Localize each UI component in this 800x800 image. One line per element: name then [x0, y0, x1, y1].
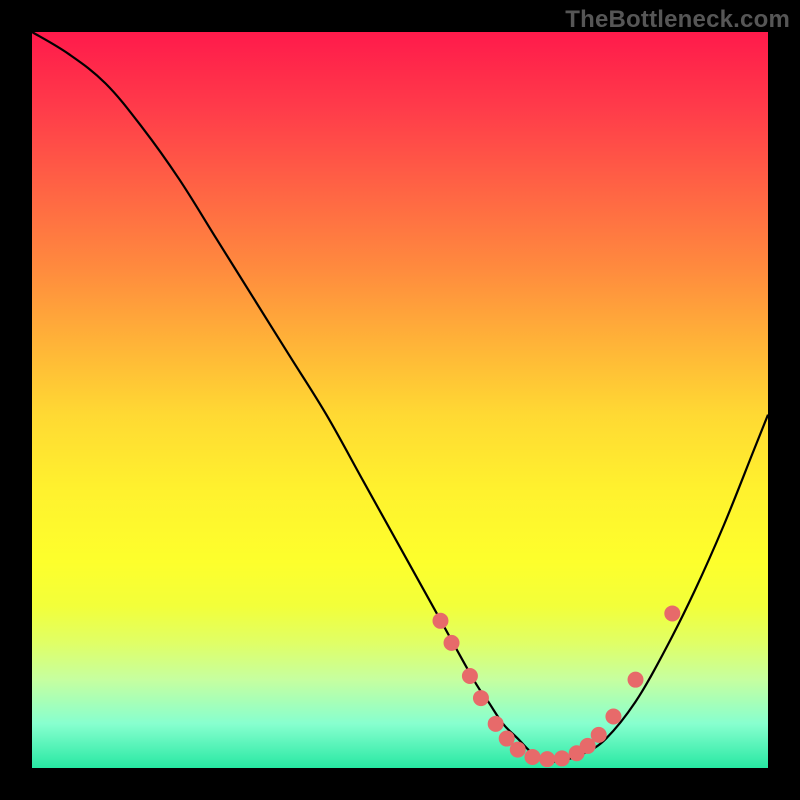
curve-marker — [665, 606, 680, 621]
bottleneck-curve — [32, 32, 768, 762]
curve-marker — [554, 751, 569, 766]
curve-marker — [580, 738, 595, 753]
marker-group — [433, 606, 680, 767]
curve-marker — [462, 669, 477, 684]
curve-marker — [606, 709, 621, 724]
chart-svg — [32, 32, 768, 768]
curve-marker — [444, 635, 459, 650]
chart-stage: TheBottleneck.com — [0, 0, 800, 800]
curve-marker — [540, 752, 555, 767]
watermark-label: TheBottleneck.com — [565, 6, 790, 34]
curve-marker — [628, 672, 643, 687]
curve-marker — [591, 727, 606, 742]
curve-marker — [499, 731, 514, 746]
curve-marker — [488, 716, 503, 731]
curve-marker — [473, 691, 488, 706]
curve-marker — [510, 742, 525, 757]
curve-marker — [525, 749, 540, 764]
curve-marker — [433, 613, 448, 628]
